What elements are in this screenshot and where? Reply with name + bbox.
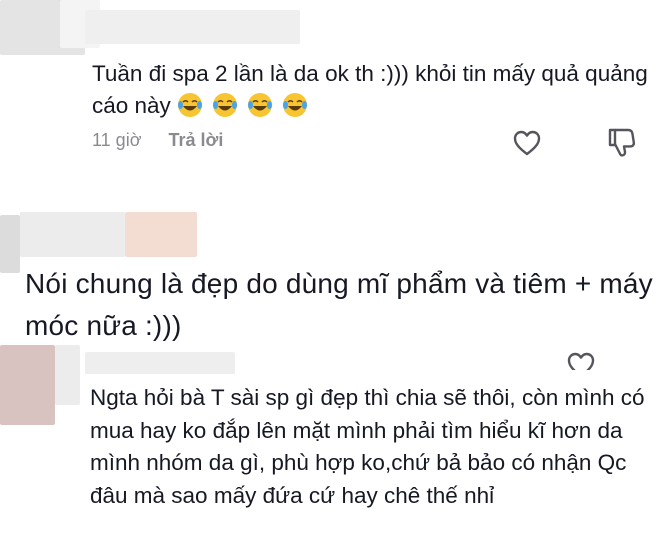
tears-of-joy-emoji <box>247 92 273 118</box>
emoji-row <box>177 93 317 118</box>
blurred-avatar-edge <box>55 345 80 405</box>
reply-button[interactable]: Trả lời <box>169 130 224 150</box>
blurred-username-edge <box>125 212 197 257</box>
comment-text: Ngta hỏi bà T sài sp gì đẹp thì chia sẽ … <box>90 385 645 508</box>
blurred-username <box>85 352 235 374</box>
tears-of-joy-emoji <box>282 92 308 118</box>
comment-timestamp: 11 giờ <box>92 130 142 150</box>
tears-of-joy-emoji <box>177 92 203 118</box>
blurred-avatar <box>0 215 20 273</box>
blurred-username <box>85 10 300 44</box>
comment-meta: 11 giờ Trả lời <box>92 130 223 151</box>
comment-text: Nói chung là đẹp do dùng mĩ phẩm và tiêm… <box>25 268 653 341</box>
tears-of-joy-emoji <box>212 92 238 118</box>
blurred-avatar <box>0 345 55 425</box>
thumbs-down-icon[interactable] <box>606 126 636 160</box>
blurred-username <box>20 212 125 257</box>
heart-outline-icon[interactable] <box>512 128 542 158</box>
comment-text: Tuần đi spa 2 lần là da ok th :))) khỏi … <box>92 58 652 122</box>
heart-outline-icon[interactable] <box>566 350 596 370</box>
comment-text-body: Tuần đi spa 2 lần là da ok th :))) khỏi … <box>92 61 648 118</box>
